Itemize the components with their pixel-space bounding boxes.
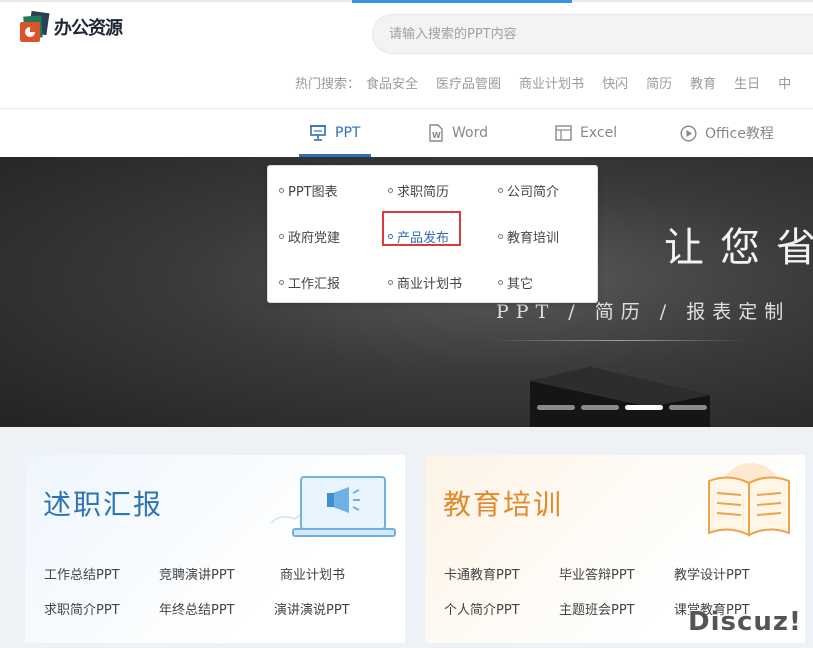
site-logo[interactable]: 办公资源: [18, 10, 123, 44]
logo-icon: [18, 10, 52, 44]
card-link[interactable]: 毕业答辩PPT: [559, 564, 635, 583]
hot-search-link[interactable]: 食品安全: [366, 73, 418, 92]
search-input[interactable]: [373, 15, 813, 53]
carousel-dot-active[interactable]: [625, 405, 663, 410]
bullet-icon: [388, 280, 393, 285]
dropdown-item-label: 商业计划书: [397, 277, 463, 292]
carousel-dot[interactable]: [537, 405, 575, 410]
watermark: Discuz!: [688, 607, 802, 637]
nav-label: Office教程: [705, 126, 774, 142]
hot-search-link[interactable]: 生日: [734, 73, 760, 92]
nav-item-ppt[interactable]: PPT: [309, 109, 360, 157]
nav-item-office-tutorial[interactable]: Office教程: [680, 109, 774, 157]
play-circle-icon: [680, 124, 697, 142]
card-link[interactable]: 年终总结PPT: [159, 599, 235, 618]
search-box[interactable]: [372, 14, 813, 54]
laptop-megaphone-icon: [270, 476, 396, 537]
main-nav: PPT W Word Excel Office教程: [0, 109, 813, 157]
bullet-icon: [498, 188, 503, 193]
open-book-icon: [708, 463, 790, 537]
presentation-icon: [310, 125, 326, 141]
card-link[interactable]: 个人简介PPT: [444, 599, 520, 618]
hot-search-link[interactable]: 简历: [646, 73, 672, 92]
banner-divider: [488, 340, 748, 341]
highlight-annotation-box: [382, 211, 461, 246]
nav-label: PPT: [335, 125, 361, 141]
dropdown-item-label: 其它: [507, 277, 534, 292]
dropdown-item[interactable]: PPT图表: [279, 181, 338, 200]
card-link[interactable]: 求职简介PPT: [44, 599, 120, 618]
dropdown-item[interactable]: 其它: [498, 273, 533, 292]
nav-item-word[interactable]: W Word: [428, 109, 488, 157]
device-illustration: [530, 367, 710, 427]
bullet-icon: [498, 280, 503, 285]
nav-label: Excel: [580, 125, 618, 141]
carousel-dot[interactable]: [669, 405, 707, 410]
card-link[interactable]: 工作总结PPT: [44, 564, 120, 583]
hot-searches: 热门搜索： 食品安全 医疗品管圈 商业计划书 快闪 简历 教育 生日 中: [295, 73, 809, 92]
dropdown-item-label: 工作汇报: [288, 277, 341, 292]
dropdown-item-label: 求职简历: [397, 185, 450, 200]
hot-search-link[interactable]: 教育: [690, 73, 716, 92]
svg-text:W: W: [432, 131, 441, 140]
bullet-icon: [279, 234, 284, 239]
hot-search-link[interactable]: 快闪: [602, 73, 628, 92]
card-link[interactable]: 商业计划书: [280, 564, 345, 583]
card-link[interactable]: 主题班会PPT: [559, 599, 635, 618]
card-title[interactable]: 教育培训: [443, 483, 563, 523]
nav-item-excel[interactable]: Excel: [555, 109, 617, 157]
carousel-dot[interactable]: [581, 405, 619, 410]
hot-search-link[interactable]: 医疗品管圈: [436, 73, 501, 92]
excel-sheet-icon: [555, 125, 572, 141]
banner-title: 让您省: [664, 225, 813, 271]
dropdown-item-label: 公司简介: [507, 185, 560, 200]
dropdown-item[interactable]: 工作汇报: [279, 273, 340, 292]
hot-search-label: 热门搜索：: [295, 77, 361, 92]
category-card-report: 述职汇报 工作总结PPT 竞聘演讲PPT 商业计划书 求职简介PPT 年终总结P…: [25, 455, 405, 643]
dropdown-item[interactable]: 公司简介: [498, 181, 559, 200]
bullet-icon: [498, 234, 503, 239]
card-link[interactable]: 教学设计PPT: [674, 564, 750, 583]
dropdown-item[interactable]: 政府党建: [279, 227, 340, 246]
dropdown-item-label: PPT图表: [288, 185, 338, 200]
hot-search-link[interactable]: 商业计划书: [519, 73, 584, 92]
card-link[interactable]: 演讲演说PPT: [274, 599, 350, 618]
nav-label: Word: [452, 125, 488, 141]
bullet-icon: [388, 188, 393, 193]
dropdown-item[interactable]: 商业计划书: [388, 273, 462, 292]
dropdown-item[interactable]: 教育培训: [498, 227, 559, 246]
top-accent-bar: [352, 0, 572, 3]
card-link[interactable]: 卡通教育PPT: [444, 564, 520, 583]
page: 办公资源 热门搜索： 食品安全 医疗品管圈 商业计划书 快闪 简历 教育 生日 …: [0, 0, 813, 648]
carousel-dots: [537, 405, 707, 410]
bullet-icon: [279, 280, 284, 285]
card-link[interactable]: 竞聘演讲PPT: [159, 564, 235, 583]
logo-text: 办公资源: [54, 18, 123, 39]
dropdown-item-label: 教育培训: [507, 231, 560, 246]
word-doc-icon: W: [429, 124, 443, 142]
hot-search-link[interactable]: 中: [778, 73, 791, 92]
card-title[interactable]: 述职汇报: [43, 483, 163, 523]
dropdown-item[interactable]: 求职简历: [388, 181, 449, 200]
dropdown-item-label: 政府党建: [288, 231, 341, 246]
bullet-icon: [279, 188, 284, 193]
